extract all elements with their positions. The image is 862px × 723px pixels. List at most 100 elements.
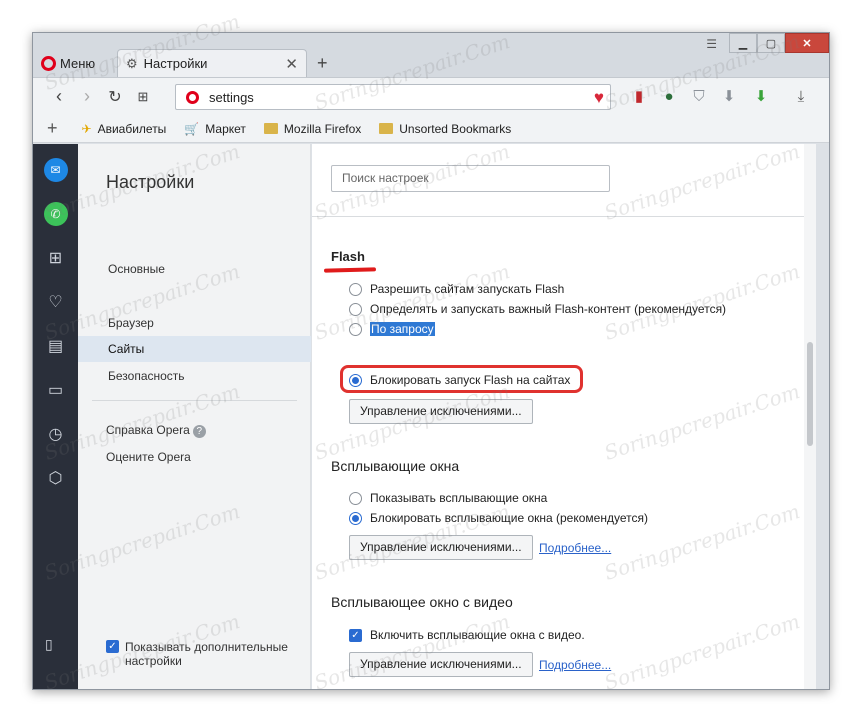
opera-page-icon (186, 90, 199, 104)
tabs-icon[interactable]: ▭ (44, 378, 68, 402)
bookmark-label: Маркет (205, 121, 246, 136)
help-icon: ? (192, 425, 206, 438)
radio-selected-icon (349, 511, 362, 525)
bookmark-label: Авиабилеты (97, 121, 167, 136)
bookmark-label: Unsorted Bookmarks (399, 121, 512, 136)
menu-label: Меню (60, 55, 96, 71)
tab-settings[interactable]: ⚙ Настройки ✕ (117, 49, 307, 77)
popups-option-label: Показывать всплывающие окна (370, 491, 548, 505)
maximize-button[interactable]: ▢ (757, 33, 785, 53)
bookmark-label: Mozilla Firefox (283, 121, 362, 136)
reload-icon[interactable]: ↻ (101, 87, 129, 107)
video-popup-checkbox[interactable]: ✓ Включить всплывающие окна с видео. (349, 628, 585, 642)
nav-item-browser[interactable]: Браузер (78, 310, 311, 336)
folder-icon (263, 123, 278, 134)
bookmark-aviabilety[interactable]: ✈ Авиабилеты (82, 122, 167, 136)
radio-icon (349, 282, 362, 296)
address-toolbar: ‹ › ↻ ⊞ settings ♥ ▮ ● ⛉ ⬇ ⬇ ⤓ (33, 77, 829, 115)
radio-selected-icon (349, 373, 362, 387)
minimize-button[interactable]: ▁ (729, 33, 757, 53)
flash-option-label: Определять и запускать важный Flash-конт… (370, 302, 727, 316)
heart-sidebar-icon[interactable]: ♡ (44, 290, 68, 314)
nav-item-help[interactable]: Справка Opera? (78, 417, 311, 443)
radio-icon (349, 491, 362, 505)
show-advanced-label: Показывать дополнительные настройки (125, 640, 288, 668)
bookmark-market[interactable]: 🛒 Маркет (184, 122, 246, 136)
flash-option-label: Разрешить сайтам запускать Flash (370, 282, 565, 296)
gear-icon: ⚙ (126, 55, 138, 71)
show-advanced-checkbox[interactable]: ✓ Показывать дополнительные настройки (106, 640, 305, 668)
tab-strip: Меню ⚙ Настройки ✕ + ☰ ▁ ▢ ✕ (33, 33, 829, 77)
video-popup-exceptions-button[interactable]: Управление исключениями... (349, 652, 533, 677)
radio-icon (349, 302, 362, 316)
popups-section-title: Всплывающие окна (331, 458, 460, 474)
popups-option-block[interactable]: Блокировать всплывающие окна (рекомендуе… (349, 511, 648, 525)
nav-item-security[interactable]: Безопасность (78, 363, 311, 389)
checkbox-checked-icon: ✓ (349, 628, 362, 642)
checkbox-checked-icon: ✓ (106, 640, 119, 653)
flash-option-block[interactable]: Блокировать запуск Flash на сайтах (349, 373, 570, 387)
section-divider (312, 216, 809, 217)
nav-item-sites[interactable]: Сайты (78, 336, 311, 362)
window-controls: ▁ ▢ ✕ (729, 33, 829, 53)
opera-menu-button[interactable]: Меню (41, 51, 95, 75)
news-icon[interactable]: ▤ (44, 334, 68, 358)
download-arrow-icon[interactable]: ⬇ (719, 86, 739, 106)
bookmark-folder-unsorted[interactable]: Unsorted Bookmarks (379, 122, 511, 136)
history-icon[interactable]: ◷ (44, 422, 68, 446)
help-label: Справка Opera (106, 423, 190, 437)
settings-search-input[interactable]: Поиск настроек (331, 165, 610, 192)
popups-more-link[interactable]: Подробнее... (539, 541, 611, 555)
settings-title: Настройки (106, 172, 195, 192)
back-icon[interactable]: ‹ (45, 86, 73, 107)
address-text: settings (209, 89, 254, 105)
flash-option-label: По запросу (370, 322, 435, 336)
close-window-button[interactable]: ✕ (785, 33, 829, 53)
annotation-underline (323, 267, 377, 273)
flash-option-allow[interactable]: Разрешить сайтам запускать Flash (349, 282, 564, 296)
popups-option-show[interactable]: Показывать всплывающие окна (349, 491, 547, 505)
forward-icon[interactable]: › (73, 86, 101, 107)
video-popup-label: Включить всплывающие окна с видео. (370, 628, 585, 642)
video-popup-section-title: Всплывающее окно с видео (331, 594, 513, 610)
flash-section-title: Flash (331, 249, 365, 264)
globe-icon[interactable]: ● (659, 86, 679, 106)
sidebar-toggle-icon[interactable]: ▯ (45, 636, 53, 653)
new-tab-button[interactable]: + (317, 53, 328, 74)
bookmark-extension-icon[interactable]: ▮ (629, 86, 649, 106)
folder-icon (379, 123, 394, 134)
speed-dial-icon[interactable]: ⊞ (129, 89, 157, 105)
flash-option-label: Блокировать запуск Flash на сайтах (370, 373, 571, 387)
browser-window: Меню ⚙ Настройки ✕ + ☰ ▁ ▢ ✕ ‹ › ↻ ⊞ set… (32, 32, 830, 690)
downloads-icon[interactable]: ⤓ (791, 86, 811, 106)
heart-icon[interactable]: ♥ (594, 88, 604, 108)
address-bar[interactable]: settings ♥ (175, 84, 611, 110)
download-manager-icon[interactable]: ⬇ (751, 86, 771, 106)
shield-icon[interactable]: ⛉ (689, 86, 709, 106)
stash-icon[interactable]: ☰ (706, 37, 717, 51)
popups-exceptions-button[interactable]: Управление исключениями... (349, 535, 533, 560)
scrollbar[interactable] (804, 144, 816, 689)
popups-option-label: Блокировать всплывающие окна (рекомендуе… (370, 511, 648, 525)
bookmark-folder-firefox[interactable]: Mozilla Firefox (263, 121, 362, 136)
messenger-icon[interactable]: ✉ (43, 158, 68, 182)
opera-sidebar: ✉ ✆ ⊞ ♡ ▤ ▭ ◷ ⬡ ▯ (33, 144, 78, 689)
whatsapp-icon[interactable]: ✆ (43, 202, 68, 226)
flash-option-on-request[interactable]: По запросу (349, 322, 435, 336)
close-tab-icon[interactable]: ✕ (285, 55, 298, 73)
flash-option-detect[interactable]: Определять и запускать важный Flash-конт… (349, 302, 726, 316)
nav-item-rate[interactable]: Оцените Opera (78, 444, 311, 470)
add-bookmark-icon[interactable]: + (47, 118, 58, 139)
plane-icon: ✈ (81, 121, 92, 136)
nav-item-basic[interactable]: Основные (78, 256, 311, 282)
cart-icon: 🛒 (184, 121, 200, 136)
flash-exceptions-button[interactable]: Управление исключениями... (349, 399, 533, 424)
bookmarks-bar: + ✈ Авиабилеты 🛒 Маркет Mozilla Firefox … (33, 115, 829, 143)
opera-logo-icon (41, 55, 56, 71)
extensions-cube-icon[interactable]: ⬡ (44, 466, 68, 490)
settings-content: Поиск настроек Flash Разрешить сайтам за… (312, 144, 816, 689)
radio-icon (349, 322, 362, 336)
scrollbar-thumb[interactable] (807, 342, 813, 446)
video-popup-more-link[interactable]: Подробнее... (539, 658, 611, 672)
speed-dial-sidebar-icon[interactable]: ⊞ (44, 246, 68, 270)
